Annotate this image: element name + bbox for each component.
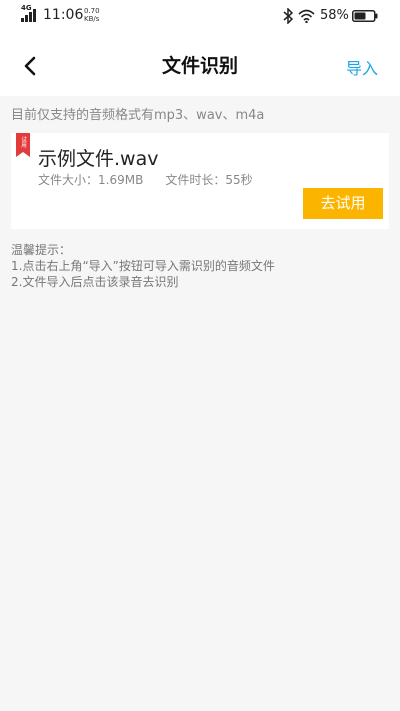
status-bar: 4G 11:06 0.70 KB/s 58%: [0, 0, 400, 32]
file-meta: 文件大小：1.69MB 文件时长：55秒: [38, 172, 253, 188]
speed-value: 0.70: [84, 7, 100, 15]
wifi-icon: [298, 9, 315, 23]
page-title: 文件识别: [161, 55, 238, 77]
file-name: 示例文件.wav: [38, 148, 159, 170]
file-duration: 文件时长：55秒: [165, 173, 253, 187]
tips-title: 温馨提示：: [11, 243, 72, 257]
try-button[interactable]: 去试用: [303, 188, 383, 219]
file-size: 文件大小：1.69MB: [38, 173, 144, 187]
app-header: 文件识别 导入: [0, 32, 400, 96]
sample-file-card[interactable]: 试用 示例文件.wav 文件大小：1.69MB 文件时长：55秒 去试用: [11, 133, 389, 229]
trial-badge-text: 试用: [20, 135, 27, 149]
status-time: 11:06: [43, 7, 84, 23]
import-button[interactable]: 导入: [346, 58, 378, 80]
tips-section: 温馨提示： 1.点击右上角“导入”按钮可导入需识别的音频文件 2.文件导入后点击…: [11, 242, 275, 290]
network-speed: 0.70 KB/s: [84, 7, 100, 23]
tip-item: 1.点击右上角“导入”按钮可导入需识别的音频文件: [11, 259, 275, 273]
speed-unit: KB/s: [84, 15, 100, 23]
tip-item: 2.文件导入后点击该录音去识别: [11, 275, 179, 289]
bluetooth-icon: [283, 8, 294, 24]
signal-icon: [21, 9, 36, 22]
battery-icon: [352, 10, 378, 22]
trial-ribbon-icon: 试用: [16, 133, 30, 157]
battery-percent: 58%: [320, 8, 349, 23]
supported-formats-note: 目前仅支持的音频格式有mp3、wav、m4a: [11, 108, 265, 123]
